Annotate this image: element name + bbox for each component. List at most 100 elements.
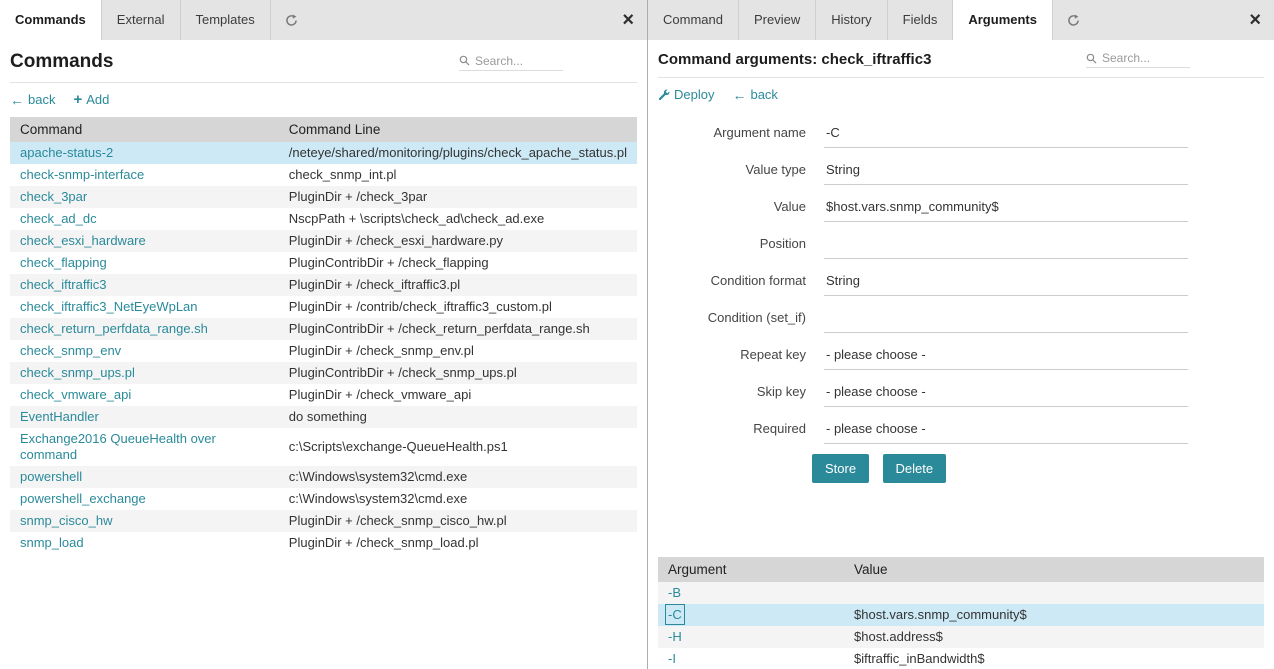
arguments-pane-body: Command arguments: check_iftraffic3 Depl… — [648, 40, 1274, 669]
argument-row[interactable]: -B — [658, 582, 1264, 604]
command-row[interactable]: check_snmp_ups.pl PluginContribDir + /ch… — [10, 362, 637, 384]
command-cell: powershell_exchange — [10, 488, 279, 510]
argument-link[interactable]: -B — [668, 585, 681, 600]
back-link[interactable]: ← back — [10, 92, 55, 107]
add-link[interactable]: + Add — [73, 92, 109, 107]
tab[interactable]: Templates — [181, 0, 271, 40]
delete-button[interactable]: Delete — [883, 454, 947, 483]
field-input[interactable]: -C — [824, 117, 1188, 148]
command-row[interactable]: check_snmp_env PluginDir + /check_snmp_e… — [10, 340, 637, 362]
command-row[interactable]: check-snmp-interface check_snmp_int.pl — [10, 164, 637, 186]
refresh-icon[interactable] — [1053, 0, 1094, 40]
command-row[interactable]: check_return_perfdata_range.sh PluginCon… — [10, 318, 637, 340]
argument-row[interactable]: -I $iftraffic_inBandwidth$ — [658, 648, 1264, 669]
command-row[interactable]: powershell c:\Windows\system32\cmd.exe — [10, 466, 637, 488]
command-link[interactable]: check-snmp-interface — [20, 167, 144, 182]
field-input[interactable]: String — [824, 154, 1188, 185]
command-cell: check_3par — [10, 186, 279, 208]
argument-link[interactable]: -C — [668, 607, 682, 622]
argument-cell: -H — [658, 626, 844, 648]
form-field: Value $host.vars.snmp_community$ — [658, 191, 1264, 222]
form-field: Position — [658, 228, 1264, 259]
command-row[interactable]: apache-status-2 /neteye/shared/monitorin… — [10, 142, 637, 164]
tab[interactable]: Arguments — [953, 0, 1053, 40]
form-field: Argument name -C — [658, 117, 1264, 148]
command-row[interactable]: check_3par PluginDir + /check_3par — [10, 186, 637, 208]
command-cell: check_iftraffic3_NetEyeWpLan — [10, 296, 279, 318]
command-link[interactable]: check_iftraffic3_NetEyeWpLan — [20, 299, 198, 314]
close-icon[interactable]: × — [1236, 0, 1274, 40]
command-link[interactable]: check_3par — [20, 189, 87, 204]
command-link[interactable]: powershell — [20, 469, 82, 484]
field-input[interactable]: - please choose - — [824, 376, 1188, 407]
command-row[interactable]: snmp_load PluginDir + /check_snmp_load.p… — [10, 532, 637, 554]
command-row[interactable]: check_flapping PluginContribDir + /check… — [10, 252, 637, 274]
command-cell: check_iftraffic3 — [10, 274, 279, 296]
command-row[interactable]: powershell_exchange c:\Windows\system32\… — [10, 488, 637, 510]
argument-row[interactable]: -H $host.address$ — [658, 626, 1264, 648]
tab[interactable]: Command — [648, 0, 739, 40]
tab[interactable]: Fields — [888, 0, 954, 40]
form-field: Condition format String — [658, 265, 1264, 296]
command-row[interactable]: snmp_cisco_hw PluginDir + /check_snmp_ci… — [10, 510, 637, 532]
right-tab-bar: Command Preview History Fields Arguments… — [648, 0, 1274, 40]
field-input[interactable]: $host.vars.snmp_community$ — [824, 191, 1188, 222]
command-link[interactable]: Exchange2016 QueueHealth over command — [20, 431, 216, 462]
command-row[interactable]: check_ad_dc NscpPath + \scripts\check_ad… — [10, 208, 637, 230]
argument-row[interactable]: -C $host.vars.snmp_community$ — [658, 604, 1264, 626]
arguments-table: Argument Value -B — [658, 557, 1264, 669]
deploy-link-label: Deploy — [674, 87, 714, 102]
search-input[interactable] — [475, 54, 559, 68]
command-row[interactable]: Exchange2016 QueueHealth over command c:… — [10, 428, 637, 466]
right-actions-row: Deploy ← back — [658, 78, 1264, 112]
command-link[interactable]: check_vmware_api — [20, 387, 131, 402]
command-row[interactable]: check_iftraffic3_NetEyeWpLan PluginDir +… — [10, 296, 637, 318]
tab[interactable]: Preview — [739, 0, 816, 40]
close-icon[interactable]: × — [609, 0, 647, 40]
command-line-cell: check_snmp_int.pl — [279, 164, 637, 186]
tab[interactable]: History — [816, 0, 887, 40]
command-link[interactable]: powershell_exchange — [20, 491, 146, 506]
command-link[interactable]: snmp_load — [20, 535, 84, 550]
command-line-cell: PluginDir + /contrib/check_iftraffic3_cu… — [279, 296, 637, 318]
command-cell: check_ad_dc — [10, 208, 279, 230]
search-input[interactable] — [1102, 51, 1186, 65]
command-link[interactable]: check_ad_dc — [20, 211, 97, 226]
form-field: Condition (set_if) — [658, 302, 1264, 333]
field-input[interactable]: - please choose - — [824, 339, 1188, 370]
command-cell: powershell — [10, 466, 279, 488]
command-link[interactable]: snmp_cisco_hw — [20, 513, 113, 528]
command-link[interactable]: apache-status-2 — [20, 145, 113, 160]
commands-table-header-row: Command Command Line — [10, 117, 637, 142]
command-link[interactable]: check_return_perfdata_range.sh — [20, 321, 208, 336]
argument-form: Argument name -C Value type String Value… — [658, 112, 1264, 444]
column-header-command: Command — [10, 117, 279, 142]
command-row[interactable]: EventHandler do something — [10, 406, 637, 428]
tab[interactable]: Commands — [0, 0, 102, 40]
field-input[interactable] — [824, 302, 1188, 333]
argument-value-cell: $host.address$ — [844, 626, 1264, 648]
deploy-link[interactable]: Deploy — [658, 87, 714, 102]
command-link[interactable]: check_esxi_hardware — [20, 233, 146, 248]
argument-link[interactable]: -I — [668, 651, 676, 666]
command-link[interactable]: EventHandler — [20, 409, 99, 424]
command-row[interactable]: check_esxi_hardware PluginDir + /check_e… — [10, 230, 637, 252]
search-icon — [459, 55, 470, 66]
field-input[interactable]: - please choose - — [824, 413, 1188, 444]
field-input[interactable]: String — [824, 265, 1188, 296]
command-row[interactable]: check_iftraffic3 PluginDir + /check_iftr… — [10, 274, 637, 296]
command-link[interactable]: check_snmp_env — [20, 343, 121, 358]
back-link[interactable]: ← back — [732, 87, 777, 102]
back-link-label: back — [750, 87, 777, 102]
field-label: Condition format — [658, 273, 806, 296]
argument-link[interactable]: -H — [668, 629, 682, 644]
tab[interactable]: External — [102, 0, 181, 40]
store-button[interactable]: Store — [812, 454, 869, 483]
command-link[interactable]: check_flapping — [20, 255, 107, 270]
form-field: Value type String — [658, 154, 1264, 185]
field-input[interactable] — [824, 228, 1188, 259]
refresh-icon[interactable] — [271, 0, 312, 40]
command-row[interactable]: check_vmware_api PluginDir + /check_vmwa… — [10, 384, 637, 406]
command-link[interactable]: check_snmp_ups.pl — [20, 365, 135, 380]
command-link[interactable]: check_iftraffic3 — [20, 277, 106, 292]
